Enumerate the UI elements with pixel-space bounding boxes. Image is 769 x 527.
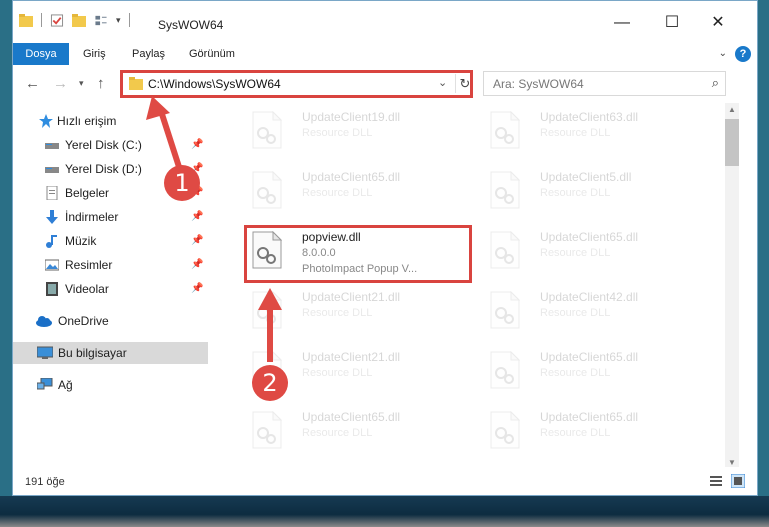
arrow-1-head bbox=[146, 96, 170, 120]
arrow-2-head bbox=[258, 288, 282, 310]
arrow-1-shaft bbox=[157, 107, 183, 171]
step-2-callout: 2 bbox=[252, 365, 288, 401]
step-1-callout: 1 bbox=[164, 165, 200, 201]
annotation-overlay bbox=[146, 96, 282, 362]
